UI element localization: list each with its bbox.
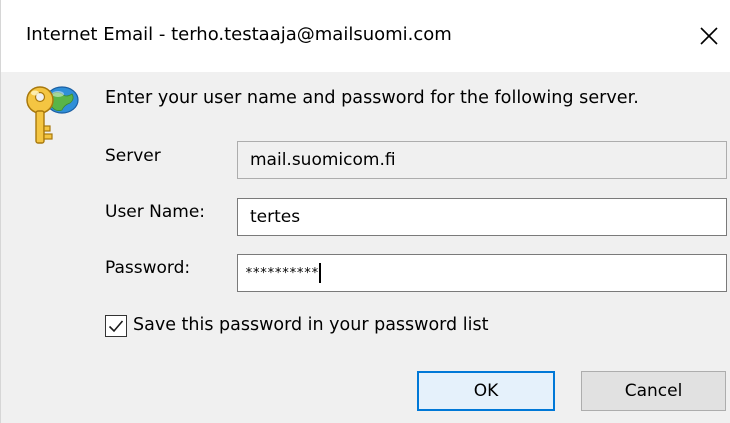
key-globe-icon	[26, 86, 79, 144]
password-input[interactable]: **********	[237, 254, 727, 292]
title-bar: Internet Email - terho.testaaja@mailsuom…	[1, 0, 730, 72]
username-label: User Name:	[105, 202, 206, 222]
credentials-dialog: Internet Email - terho.testaaja@mailsuom…	[0, 0, 730, 423]
ok-button[interactable]: OK	[417, 371, 555, 411]
close-icon	[700, 27, 718, 45]
save-password-checkbox[interactable]	[105, 315, 127, 337]
prompt-message: Enter your user name and password for th…	[105, 88, 639, 108]
cancel-button[interactable]: Cancel	[581, 371, 726, 411]
password-label: Password:	[105, 258, 191, 278]
server-field: mail.suomicom.fi	[237, 141, 727, 179]
server-label: Server	[105, 146, 161, 166]
username-value: tertes	[250, 207, 301, 227]
save-password-label[interactable]: Save this password in your password list	[133, 315, 488, 335]
window-title: Internet Email - terho.testaaja@mailsuom…	[26, 24, 452, 45]
close-button[interactable]	[687, 14, 730, 58]
text-caret	[319, 263, 321, 283]
password-value: **********	[245, 265, 319, 281]
checkmark-icon	[108, 320, 124, 333]
username-input[interactable]: tertes	[237, 198, 727, 236]
